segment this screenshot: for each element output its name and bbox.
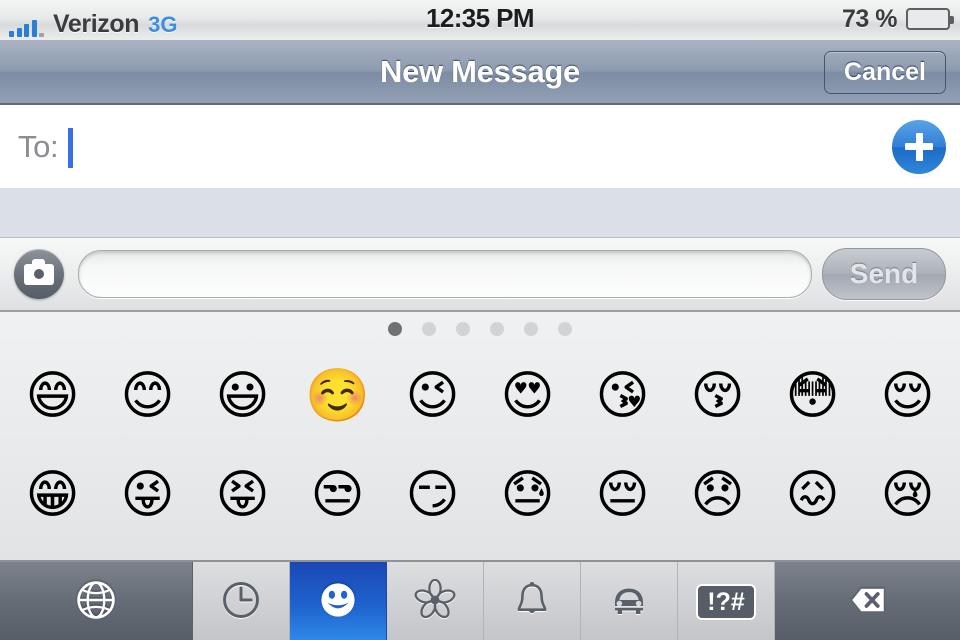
emoji-key-kissing-face-closed-eyes[interactable]: 😚 bbox=[670, 370, 765, 422]
emoji-nature-key[interactable] bbox=[387, 562, 484, 640]
status-bar-clock: 12:35 PM bbox=[426, 3, 535, 33]
emoji-key-flushed-face[interactable]: 😳 bbox=[765, 370, 860, 422]
emoji-key-crying-face[interactable]: 😢 bbox=[860, 469, 955, 521]
emoji-key-disappointed-face[interactable]: 😞 bbox=[670, 469, 765, 521]
face-stuck-out-tongue-closed-eyes-icon: 😝 bbox=[215, 464, 270, 525]
page-dot-3[interactable] bbox=[456, 322, 470, 336]
grinning-face-smiling-eyes-icon: 😁 bbox=[25, 464, 80, 525]
bell-icon bbox=[511, 579, 553, 626]
emoji-key-face-stuck-out-tongue-winking-eye[interactable]: 😜 bbox=[100, 469, 195, 521]
cancel-button[interactable]: Cancel bbox=[824, 51, 946, 94]
emoji-key-face-stuck-out-tongue-closed-eyes[interactable]: 😝 bbox=[195, 469, 290, 521]
winking-face-icon: 😉 bbox=[405, 365, 460, 426]
white-smiling-face-icon: ☺️ bbox=[305, 365, 370, 426]
smiling-face-smiling-eyes-icon: 😊 bbox=[120, 365, 175, 426]
recipient-input[interactable] bbox=[68, 125, 892, 169]
emoji-key-pensive-face[interactable]: 😔 bbox=[575, 469, 670, 521]
page-indicator[interactable] bbox=[0, 312, 960, 346]
status-bar-right: 73 % bbox=[842, 0, 954, 38]
send-button[interactable]: Send bbox=[822, 248, 946, 300]
kissing-face-closed-eyes-icon: 😚 bbox=[690, 365, 745, 426]
page-dot-1[interactable] bbox=[388, 322, 402, 336]
relieved-face-icon: 😌 bbox=[880, 365, 935, 426]
clock-icon bbox=[219, 578, 263, 627]
emoji-row: 😄 😊 😃 ☺️ 😉 😍 😘 😚 😳 😌 bbox=[5, 346, 955, 445]
emoji-grid: 😄 😊 😃 ☺️ 😉 😍 😘 😚 😳 😌 😁 😜 😝 😒 😏 😓 😔 😞 😖 😢 bbox=[0, 346, 960, 544]
iphone-screen: Verizon 3G 12:35 PM 73 % New Message Can… bbox=[0, 0, 960, 640]
smiling-face-open-mouth-icon: 😃 bbox=[215, 365, 270, 426]
symbols-icon: !?# bbox=[696, 583, 756, 621]
smiley-icon bbox=[317, 579, 359, 626]
page-dot-5[interactable] bbox=[524, 322, 538, 336]
car-icon bbox=[606, 579, 652, 626]
keyboard-toolbar: !?# bbox=[0, 560, 960, 640]
emoji-keyboard: 😄 😊 😃 ☺️ 😉 😍 😘 😚 😳 😌 😁 😜 😝 😒 😏 😓 😔 😞 😖 😢 bbox=[0, 312, 960, 560]
flushed-face-icon: 😳 bbox=[785, 365, 840, 426]
send-button-label: Send bbox=[849, 258, 919, 289]
emoji-key-white-smiling-face[interactable]: ☺️ bbox=[290, 370, 385, 422]
face-with-cold-sweat-icon: 😓 bbox=[500, 464, 555, 525]
compose-bar: Send bbox=[0, 238, 960, 312]
camera-icon[interactable] bbox=[14, 249, 64, 299]
unamused-face-icon: 😒 bbox=[310, 464, 365, 525]
emoji-key-smiling-face-open-mouth[interactable]: 😃 bbox=[195, 370, 290, 422]
battery-percent-label: 73 % bbox=[842, 4, 897, 33]
battery-icon bbox=[906, 8, 954, 30]
to-label: To: bbox=[18, 128, 59, 164]
emoji-key-face-throwing-a-kiss[interactable]: 😘 bbox=[575, 370, 670, 422]
emoji-key-smiling-face-heart-eyes[interactable]: 😍 bbox=[480, 370, 575, 422]
recent-key[interactable] bbox=[193, 562, 290, 640]
status-bar: Verizon 3G 12:35 PM 73 % bbox=[0, 0, 960, 42]
cancel-button-label: Cancel bbox=[844, 58, 926, 86]
face-stuck-out-tongue-winking-eye-icon: 😜 bbox=[120, 464, 175, 525]
text-caret bbox=[68, 127, 74, 168]
emoji-objects-key[interactable] bbox=[484, 562, 581, 640]
plus-circle-icon[interactable] bbox=[892, 119, 946, 174]
globe-key[interactable] bbox=[0, 562, 193, 640]
page-dot-4[interactable] bbox=[490, 322, 504, 336]
disappointed-face-icon: 😞 bbox=[690, 464, 745, 525]
emoji-key-face-with-cold-sweat[interactable]: 😓 bbox=[480, 469, 575, 521]
emoji-row: 😁 😜 😝 😒 😏 😓 😔 😞 😖 😢 bbox=[5, 445, 955, 544]
smirking-face-icon: 😏 bbox=[405, 464, 460, 525]
flower-icon bbox=[414, 578, 456, 626]
page-dot-2[interactable] bbox=[422, 322, 436, 336]
conversation-area bbox=[0, 188, 960, 238]
face-throwing-a-kiss-icon: 😘 bbox=[595, 365, 650, 426]
page-dot-6[interactable] bbox=[558, 322, 572, 336]
smiling-face-heart-eyes-icon: 😍 bbox=[500, 365, 555, 426]
emoji-key-grinning-face-smiling-eyes[interactable]: 😁 bbox=[5, 469, 100, 521]
emoji-key-unamused-face[interactable]: 😒 bbox=[290, 469, 385, 521]
recipient-field-row[interactable]: To: bbox=[0, 105, 960, 189]
emoji-key-confounded-face[interactable]: 😖 bbox=[765, 469, 860, 521]
message-input[interactable] bbox=[78, 250, 812, 298]
backspace-icon bbox=[840, 582, 896, 623]
emoji-key-relieved-face[interactable]: 😌 bbox=[860, 370, 955, 422]
delete-key[interactable] bbox=[775, 562, 960, 640]
emoji-key-winking-face[interactable]: 😉 bbox=[385, 370, 480, 422]
globe-icon bbox=[74, 578, 118, 627]
crying-face-icon: 😢 bbox=[880, 464, 935, 525]
emoji-places-key[interactable] bbox=[581, 562, 678, 640]
navigation-bar: New Message Cancel bbox=[0, 40, 960, 105]
emoji-key-smiling-face-smiling-eyes[interactable]: 😊 bbox=[100, 370, 195, 422]
emoji-key-smiling-face-open-mouth-smiling-eyes[interactable]: 😄 bbox=[5, 370, 100, 422]
camera-glyph bbox=[24, 258, 54, 285]
emoji-key-smirking-face[interactable]: 😏 bbox=[385, 469, 480, 521]
confounded-face-icon: 😖 bbox=[785, 464, 840, 525]
emoji-symbols-key[interactable]: !?# bbox=[678, 562, 775, 640]
page-title: New Message bbox=[379, 53, 581, 89]
smiling-face-open-mouth-smiling-eyes-icon: 😄 bbox=[25, 365, 80, 426]
pensive-face-icon: 😔 bbox=[595, 464, 650, 525]
emoji-people-key[interactable] bbox=[290, 562, 387, 640]
